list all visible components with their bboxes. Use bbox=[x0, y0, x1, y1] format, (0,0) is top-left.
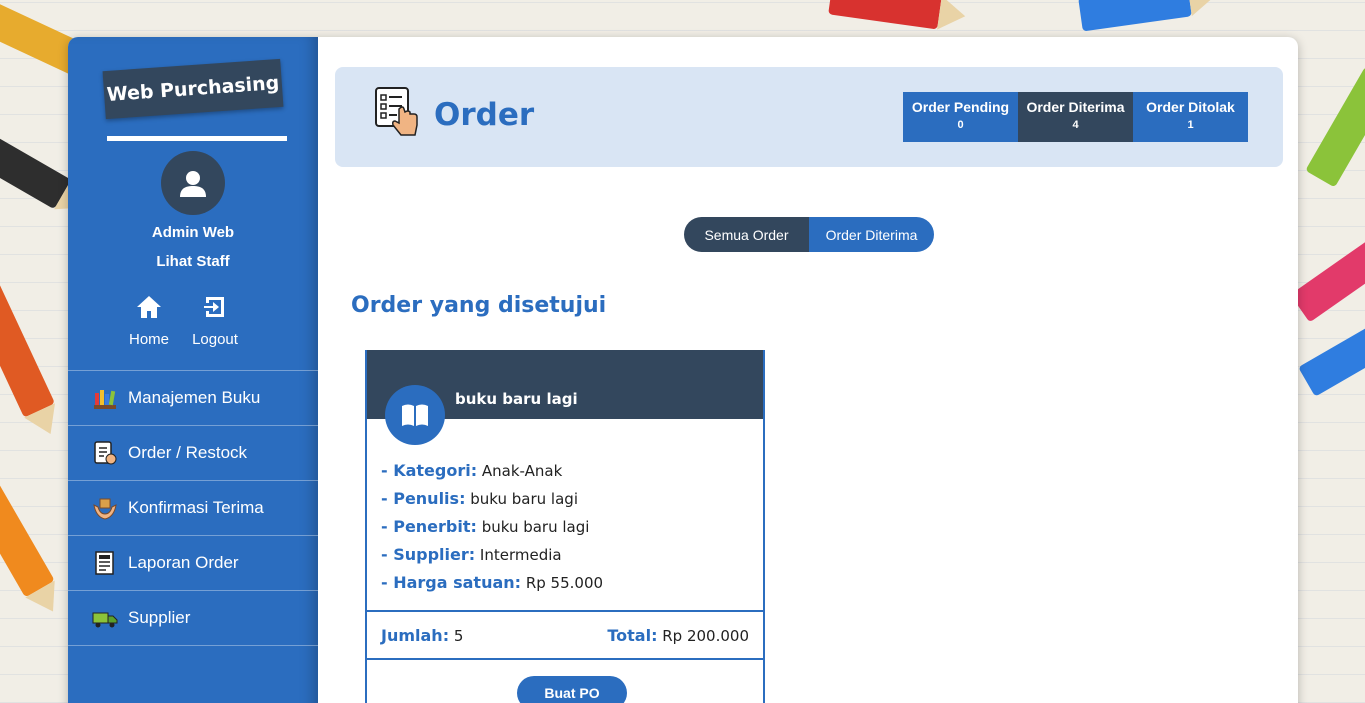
detail-key: - Kategori: bbox=[381, 461, 478, 480]
summary-value: 5 bbox=[453, 626, 464, 645]
order-book-title: buku baru lagi bbox=[455, 390, 578, 408]
user-name: Admin Web bbox=[151, 224, 235, 241]
stat-count: 1 bbox=[1187, 119, 1194, 131]
page-header: Order Order Pending 0 Order Diterima 4 O… bbox=[335, 67, 1283, 167]
detail-value: Intermedia bbox=[479, 546, 562, 564]
sidebar-item-laporan-order[interactable]: Laporan Order bbox=[68, 536, 318, 591]
detail-key: - Supplier: bbox=[381, 545, 476, 564]
sidebar-item-supplier[interactable]: Supplier bbox=[68, 591, 318, 646]
user-icon bbox=[180, 171, 206, 197]
order-quantity: Jumlah: 5 bbox=[381, 626, 463, 645]
home-label: Home bbox=[128, 331, 169, 348]
books-icon bbox=[92, 385, 118, 411]
quick-links: Home Logout bbox=[128, 292, 238, 348]
sidebar-item-manajemen-buku[interactable]: Manajemen Buku bbox=[68, 371, 318, 426]
sidebar-item-order-restock[interactable]: Order / Restock bbox=[68, 426, 318, 481]
buat-po-button[interactable]: Buat PO bbox=[517, 676, 627, 703]
avatar bbox=[161, 151, 225, 215]
sidebar-item-konfirmasi-terima[interactable]: Konfirmasi Terima bbox=[68, 481, 318, 536]
sidebar-menu: Manajemen Buku Order / Restock Konfirmas… bbox=[68, 370, 318, 646]
stat-count: 0 bbox=[957, 119, 964, 131]
home-icon bbox=[136, 292, 162, 322]
order-card: buku baru lagi - Kategori: Anak-Anak - P… bbox=[365, 350, 765, 703]
summary-key: Jumlah: bbox=[381, 625, 450, 645]
detail-key: - Harga satuan: bbox=[381, 573, 522, 592]
stat-label: Order Pending bbox=[911, 99, 1010, 115]
order-filter: Semua Order Order Diterima bbox=[684, 217, 934, 252]
filter-order-diterima-button[interactable]: Order Diterima bbox=[809, 217, 934, 252]
detail-penulis: - Penulis: buku baru lagi bbox=[381, 485, 749, 513]
stat-label: Order Ditolak bbox=[1146, 99, 1235, 115]
sidebar-item-label: Laporan Order bbox=[128, 553, 239, 572]
sidebar-item-label: Manajemen Buku bbox=[128, 388, 261, 407]
order-total: Total: Rp 200.000 bbox=[607, 626, 749, 645]
logout-label: Logout bbox=[192, 331, 238, 348]
order-details: - Kategori: Anak-Anak - Penulis: buku ba… bbox=[367, 419, 763, 610]
sidebar-item-label: Order / Restock bbox=[128, 443, 248, 462]
truck-icon bbox=[92, 605, 118, 631]
logout-button[interactable]: Logout bbox=[192, 292, 238, 348]
order-stats: Order Pending 0 Order Diterima 4 Order D… bbox=[903, 92, 1248, 142]
order-list-icon bbox=[92, 440, 118, 466]
detail-value: Anak-Anak bbox=[481, 462, 563, 480]
page-title: Order bbox=[434, 97, 535, 133]
hands-box-icon bbox=[92, 495, 118, 521]
main-content: Order Order Pending 0 Order Diterima 4 O… bbox=[318, 37, 1298, 703]
filter-semua-order-button[interactable]: Semua Order bbox=[684, 217, 809, 252]
order-summary: Jumlah: 5 Total: Rp 200.000 bbox=[367, 610, 763, 660]
detail-supplier: - Supplier: Intermedia bbox=[381, 541, 749, 569]
summary-value: Rp 200.000 bbox=[662, 626, 749, 645]
order-card-header: buku baru lagi bbox=[367, 350, 763, 445]
detail-value: buku baru lagi bbox=[470, 490, 578, 508]
detail-penerbit: - Penerbit: buku baru lagi bbox=[381, 513, 749, 541]
brand-divider bbox=[107, 136, 287, 141]
detail-key: - Penerbit: bbox=[381, 517, 477, 536]
stat-label: Order Diterima bbox=[1026, 99, 1125, 115]
brand-logo: Web Purchasing bbox=[102, 58, 284, 120]
app-window: Web Purchasing Admin Web Lihat Staff Hom… bbox=[68, 37, 1298, 703]
home-button[interactable]: Home bbox=[128, 292, 170, 348]
logout-icon bbox=[202, 292, 228, 322]
stat-order-ditolak[interactable]: Order Ditolak 1 bbox=[1133, 92, 1248, 142]
detail-kategori: - Kategori: Anak-Anak bbox=[381, 457, 749, 485]
sidebar-item-label: Supplier bbox=[128, 608, 191, 627]
detail-value: Rp 55.000 bbox=[525, 574, 604, 592]
detail-value: buku baru lagi bbox=[481, 518, 590, 536]
checklist-hand-icon bbox=[373, 85, 419, 144]
detail-harga-satuan: - Harga satuan: Rp 55.000 bbox=[381, 569, 749, 597]
sidebar: Web Purchasing Admin Web Lihat Staff Hom… bbox=[68, 37, 318, 703]
stat-order-diterima[interactable]: Order Diterima 4 bbox=[1018, 92, 1133, 142]
summary-key: Total: bbox=[607, 625, 658, 645]
book-icon bbox=[385, 385, 445, 445]
stat-order-pending[interactable]: Order Pending 0 bbox=[903, 92, 1018, 142]
staff-link[interactable]: Lihat Staff bbox=[68, 253, 318, 270]
sidebar-item-label: Konfirmasi Terima bbox=[128, 498, 264, 517]
section-title: Order yang disetujui bbox=[351, 293, 607, 318]
stat-count: 4 bbox=[1072, 119, 1079, 131]
detail-key: - Penulis: bbox=[381, 489, 466, 508]
report-icon bbox=[92, 550, 118, 576]
